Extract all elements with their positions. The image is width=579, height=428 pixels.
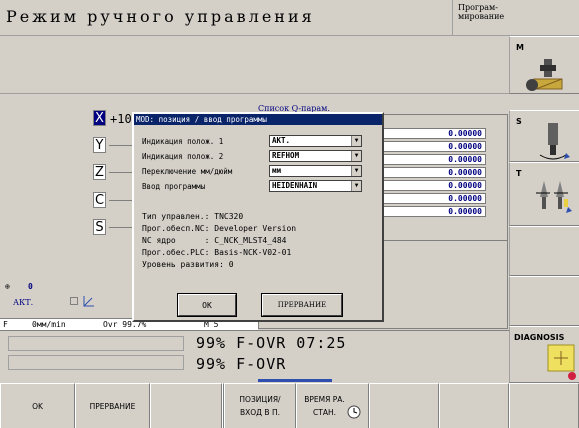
- axis-c-label: C: [93, 192, 106, 208]
- softkey-7[interactable]: [369, 383, 439, 428]
- position-display-2-select[interactable]: REFНОМ ▼: [269, 150, 362, 162]
- coord-icon: [70, 297, 78, 305]
- softkey-cancel[interactable]: ПРЕРВАНИЕ: [75, 383, 150, 428]
- axis-x-label: X: [93, 110, 106, 126]
- qparam-value: 0.00000: [383, 180, 486, 191]
- programming-mode-indicator[interactable]: Програм- мирование: [452, 0, 579, 36]
- control-type-info: Тип управлен.: TNC320: [142, 212, 244, 221]
- side-softkey-m-label: M: [516, 43, 524, 52]
- feature-level-info: Уровень развития: 0: [142, 260, 234, 269]
- title-bar: Режим ручного управления: [0, 0, 452, 36]
- override-line-2: 99% F-OVR: [196, 355, 287, 373]
- spindle-speed-icon: [539, 123, 570, 160]
- side-softkey-s-label: S: [516, 117, 522, 126]
- chevron-down-icon: ▼: [351, 181, 361, 191]
- dialog-cancel-button[interactable]: ПРЕРВАНИЕ: [262, 294, 342, 316]
- softkey-9[interactable]: [509, 383, 579, 428]
- side-softkey-m[interactable]: M: [509, 36, 579, 94]
- side-softkey-5[interactable]: [509, 276, 579, 326]
- feed-override-bar: [8, 336, 184, 351]
- feed-label: F: [3, 320, 8, 329]
- softkey-8[interactable]: [439, 383, 509, 428]
- program-input-select[interactable]: HEIDENHAIN ▼: [269, 180, 362, 192]
- softkey-position-input-label: ПОЗИЦИЯ/ ВХОД В П.: [239, 395, 281, 417]
- axis-s-label: S: [93, 219, 106, 235]
- row-position-display-1-label: Индикация полож. 1: [142, 137, 224, 146]
- softkey-runtime-label: ВРЕМЯ РА. СТАН.: [304, 395, 345, 417]
- diagnosis-icon: [547, 344, 576, 380]
- info-band: [0, 36, 509, 94]
- clock-icon: [347, 405, 361, 419]
- qparam-value: 0.00000: [383, 167, 486, 178]
- qparam-value: 0.00000: [383, 193, 486, 204]
- qparam-value: 0.00000: [383, 206, 486, 217]
- machine-spindle-icon: [526, 59, 563, 91]
- unit-switch-value: мм: [272, 166, 282, 175]
- axis-z-label: Z: [93, 164, 106, 180]
- position-mode: АКТ.: [13, 298, 34, 307]
- datum-value: 0: [28, 282, 33, 291]
- side-softkey-t[interactable]: T: [509, 162, 579, 226]
- spindle-override-bar: [8, 355, 184, 370]
- softkey-ok[interactable]: OK: [0, 383, 75, 428]
- softkey-position-input[interactable]: ПОЗИЦИЯ/ ВХОД В П.: [224, 383, 296, 428]
- feed-value: 0мм/min: [32, 320, 66, 329]
- active-tab-indicator: [258, 379, 332, 382]
- program-input-value: HEIDENHAIN: [272, 181, 318, 190]
- position-display-1-select[interactable]: АКТ. ▼: [269, 135, 362, 147]
- plc-software-info: Прог.обес.PLC: Basis-NCK-V02-01: [142, 248, 292, 257]
- row-program-input-label: Ввод программы: [142, 182, 206, 191]
- softkey-3[interactable]: [150, 383, 222, 428]
- softkey-ok-label: OK: [32, 401, 43, 411]
- nc-software-info: Прог.обесп.NC: Developer Version: [142, 224, 297, 233]
- chevron-down-icon: ▼: [351, 166, 361, 176]
- dialog-title: MOD: позиция / ввод программы: [134, 114, 382, 125]
- side-softkey-s[interactable]: S: [509, 110, 579, 162]
- qparam-value: 0.00000: [383, 141, 486, 152]
- row-unit-switch-label: Переключение мм/дюйм: [142, 167, 233, 176]
- page-title: Режим ручного управления: [6, 7, 315, 26]
- measure-icon: [83, 296, 94, 307]
- side-softkey-diagnosis-label: DIAGNOSIS: [514, 333, 565, 342]
- dialog-cancel-label: ПРЕРВАНИЕ: [277, 301, 327, 309]
- softkey-cancel-label: ПРЕРВАНИЕ: [89, 401, 136, 411]
- chevron-down-icon: ▼: [351, 136, 361, 146]
- mod-dialog: MOD: позиция / ввод программы Индикация …: [132, 112, 384, 322]
- softkey-runtime[interactable]: ВРЕМЯ РА. СТАН.: [296, 383, 369, 428]
- side-softkey-t-label: T: [516, 169, 522, 178]
- datum-icon: ⊕: [5, 282, 10, 291]
- dialog-ok-button[interactable]: OK: [178, 294, 236, 316]
- unit-switch-select[interactable]: мм ▼: [269, 165, 362, 177]
- chevron-down-icon: ▼: [351, 151, 361, 161]
- row-position-display-2-label: Индикация полож. 2: [142, 152, 224, 161]
- nc-kernel-info: NC ядро : C_NCK_MLST4_484: [142, 236, 287, 245]
- programming-mode-label: Програм- мирование: [458, 3, 505, 21]
- side-softkey-4[interactable]: [509, 226, 579, 276]
- axis-y-label: Y: [93, 137, 106, 153]
- qparam-value: 0.00000: [383, 154, 486, 165]
- side-softkey-diagnosis[interactable]: DIAGNOSIS: [509, 326, 579, 383]
- dialog-ok-label: OK: [202, 300, 212, 310]
- position-display-1-value: АКТ.: [272, 136, 291, 145]
- qparam-value: 0.00000: [383, 128, 486, 139]
- override-line-1: 99% F-OVR 07:25: [196, 334, 347, 352]
- position-display-2-value: REFНОМ: [272, 151, 300, 160]
- tool-change-icon: [536, 181, 572, 213]
